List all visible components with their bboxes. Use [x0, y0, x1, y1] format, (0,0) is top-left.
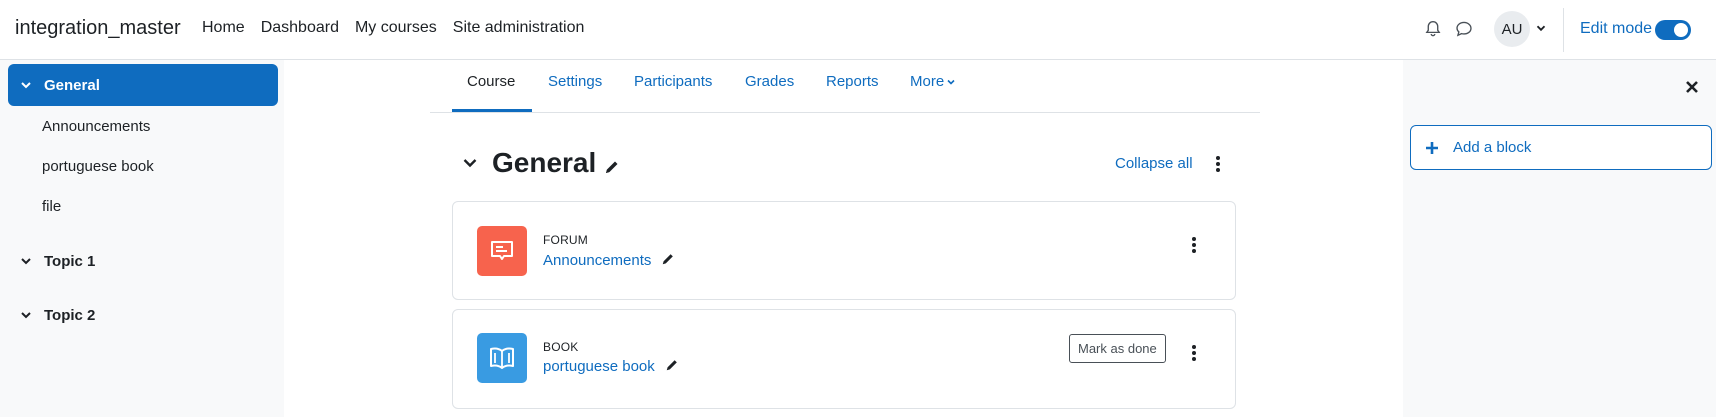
edit-mode-label: Edit mode — [1580, 20, 1653, 37]
chevron-down-icon[interactable] — [1535, 22, 1547, 34]
chevron-down-icon[interactable] — [20, 255, 32, 267]
section-title: General — [492, 147, 597, 178]
course-index-section-topic-2[interactable]: Topic 2 — [8, 294, 278, 336]
kebab-menu-icon[interactable] — [1191, 344, 1197, 362]
section-header: General — [462, 146, 620, 180]
forum-icon — [491, 241, 513, 260]
activity-card-forum: FORUM Announcements — [452, 201, 1236, 300]
activity-type: BOOK — [543, 340, 579, 354]
tab-participants[interactable]: Participants — [634, 73, 712, 90]
edit-mode-toggle[interactable] — [1655, 20, 1691, 40]
activity-name-link[interactable]: portuguese book — [543, 358, 679, 375]
course-index-item-portuguese-book[interactable]: portuguese book — [8, 146, 278, 186]
tab-grades[interactable]: Grades — [745, 73, 794, 90]
nav-site-administration[interactable]: Site administration — [453, 19, 585, 37]
close-icon[interactable] — [1685, 80, 1699, 94]
chevron-down-icon[interactable] — [20, 309, 32, 321]
pencil-icon[interactable] — [604, 159, 620, 175]
nav-dashboard[interactable]: Dashboard — [261, 19, 339, 37]
tab-more[interactable]: More — [910, 73, 956, 90]
activity-type: FORUM — [543, 233, 588, 247]
tab-course[interactable]: Course — [467, 73, 515, 90]
section-title: Topic 1 — [44, 252, 96, 270]
tab-more-label: More — [910, 73, 945, 90]
activity-name[interactable]: portuguese book — [543, 358, 655, 375]
course-index-item-file[interactable]: file — [8, 186, 278, 226]
active-tab-indicator — [452, 109, 532, 112]
course-index-section-topic-1[interactable]: Topic 1 — [8, 240, 278, 282]
forum-icon — [477, 226, 527, 276]
user-avatar[interactable]: AU — [1494, 11, 1530, 47]
activity-name[interactable]: Announcements — [543, 252, 651, 269]
tab-reports[interactable]: Reports — [826, 73, 879, 90]
kebab-menu-icon[interactable] — [1215, 155, 1221, 173]
book-icon — [477, 333, 527, 383]
plus-icon — [1426, 141, 1438, 154]
block-drawer — [1403, 60, 1716, 417]
user-initials: AU — [1501, 20, 1523, 38]
primary-nav: Home Dashboard My courses Site administr… — [202, 19, 600, 37]
nav-home[interactable]: Home — [202, 19, 245, 37]
section-title: Topic 2 — [44, 306, 96, 324]
activity-card-book: BOOK portuguese book Mark as done — [452, 309, 1236, 409]
pencil-icon[interactable] — [661, 252, 675, 266]
messages-icon[interactable] — [1455, 20, 1473, 38]
section-title: General — [44, 76, 100, 94]
top-navbar: integration_master Home Dashboard My cou… — [0, 0, 1716, 60]
course-index-item-announcements[interactable]: Announcements — [8, 106, 278, 146]
mark-as-done-button[interactable]: Mark as done — [1069, 334, 1166, 363]
activity-name-link[interactable]: Announcements — [543, 252, 675, 269]
book-icon — [490, 347, 514, 369]
site-name[interactable]: integration_master — [15, 17, 181, 40]
navbar-divider — [1563, 8, 1564, 52]
add-block-label: Add a block — [1453, 139, 1532, 156]
nav-my-courses[interactable]: My courses — [355, 19, 437, 37]
course-index: General Announcements portuguese book fi… — [8, 64, 278, 336]
kebab-menu-icon[interactable] — [1191, 236, 1197, 254]
toggle-knob — [1674, 23, 1688, 37]
tab-settings[interactable]: Settings — [548, 73, 602, 90]
chevron-down-icon[interactable] — [462, 155, 478, 171]
chevron-down-icon[interactable] — [20, 79, 32, 91]
bell-icon[interactable] — [1424, 20, 1442, 38]
pencil-icon[interactable] — [665, 358, 679, 372]
course-index-section-general[interactable]: General — [8, 64, 278, 106]
chevron-down-icon — [947, 79, 955, 85]
collapse-all-link[interactable]: Collapse all — [1115, 155, 1193, 172]
add-block-button[interactable]: Add a block — [1410, 125, 1712, 170]
